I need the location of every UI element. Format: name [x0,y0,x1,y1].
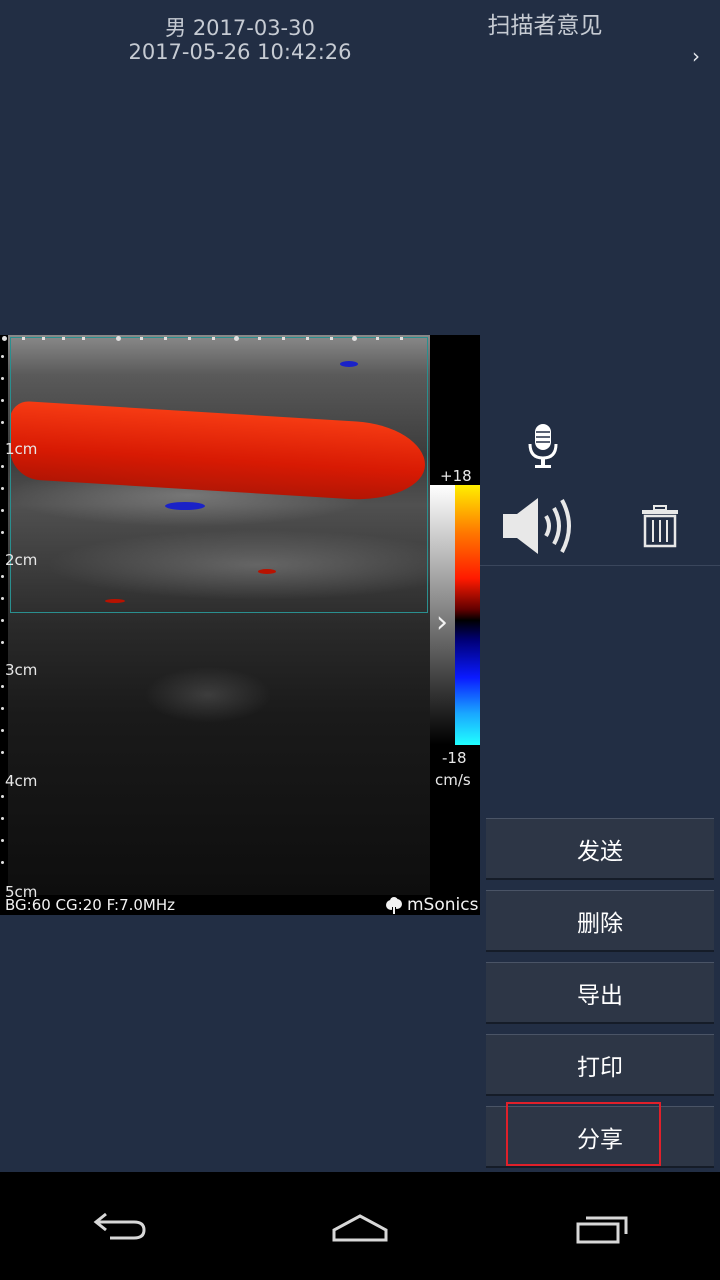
scale-marker [376,337,379,340]
depth-label-4cm: 4cm [5,772,38,790]
share-highlight-box [506,1102,661,1166]
velocity-scale-max: +18 [440,467,472,485]
ultrasound-image[interactable]: 1cm 2cm 3cm 4cm 5cm +18 -18 cm/s › BG:60… [0,335,480,915]
depth-marker [1,751,4,754]
system-navigation-bar [0,1172,720,1280]
divider [480,565,720,566]
depth-marker [1,641,4,644]
scanner-opinion-title[interactable]: 扫描者意见 [470,6,620,40]
scale-marker [82,337,85,340]
scale-marker [306,337,309,340]
scale-marker [140,337,143,340]
depth-marker [1,707,4,710]
depth-marker [1,531,4,534]
scale-marker [352,336,357,341]
scale-marker [212,337,215,340]
scale-marker [234,336,239,341]
depth-marker [1,619,4,622]
velocity-scale-bar [455,485,480,745]
speaker-icon[interactable] [500,494,580,558]
home-icon[interactable] [330,1212,390,1244]
depth-marker [1,685,4,688]
depth-marker [1,465,4,468]
depth-marker [1,509,4,512]
scale-marker [400,337,403,340]
depth-marker [1,839,4,842]
scale-marker [164,337,167,340]
depth-marker [1,729,4,732]
imaging-parameters: BG:60 CG:20 F:7.0MHz [5,896,176,914]
trash-icon[interactable] [640,504,680,548]
print-button[interactable]: 打印 [486,1034,714,1094]
color-roi-box[interactable] [10,337,428,613]
brand-name: mSonics [407,895,479,915]
scale-marker [116,336,121,341]
depth-marker [1,487,4,490]
patient-info: 男 2017-03-30 [165,16,315,40]
depth-marker [1,399,4,402]
expand-chevron-icon[interactable]: › [436,605,448,640]
depth-marker [1,597,4,600]
scale-marker [188,337,191,340]
scale-marker [282,337,285,340]
brand-logo: mSonics [384,895,478,915]
recents-icon[interactable] [574,1212,630,1246]
depth-marker [1,575,4,578]
scale-marker [2,336,7,341]
delete-button[interactable]: 删除 [486,890,714,950]
scale-marker [42,337,45,340]
depth-label-3cm: 3cm [5,661,38,679]
depth-marker [1,355,4,358]
velocity-scale-unit: cm/s [435,771,471,789]
depth-marker [1,861,4,864]
depth-marker [1,817,4,820]
depth-marker [1,421,4,424]
depth-label-2cm: 2cm [5,551,38,569]
depth-label-1cm: 1cm [5,440,38,458]
scale-marker [330,337,333,340]
chevron-right-icon[interactable]: › [692,44,700,68]
depth-marker [1,795,4,798]
scale-marker [62,337,65,340]
exam-datetime: 2017-05-26 10:42:26 [128,40,352,64]
microphone-icon[interactable] [524,422,562,470]
cloud-logo-icon [386,897,402,914]
scale-marker [258,337,261,340]
depth-marker [1,377,4,380]
send-button[interactable]: 发送 [486,818,714,878]
export-button[interactable]: 导出 [486,962,714,1022]
back-icon[interactable] [90,1208,150,1244]
scale-marker [22,337,25,340]
velocity-scale-min: -18 [442,749,467,767]
